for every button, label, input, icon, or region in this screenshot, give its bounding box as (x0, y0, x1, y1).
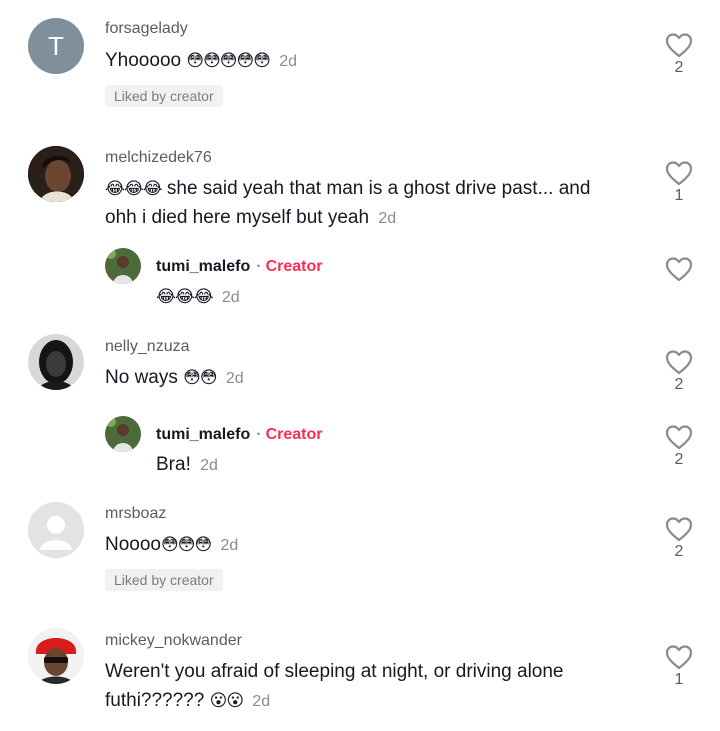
comment-body: No ways (105, 367, 178, 388)
comment-text: Yhooooo 😳😳😳😳😳 2d (105, 46, 625, 76)
heart-outline-icon (665, 257, 693, 282)
comment-text: 😂😂😂 she said yeah that man is a ghost dr… (105, 174, 625, 233)
comment-age: 2d (279, 53, 298, 70)
avatar-photo-icon (105, 416, 141, 452)
like-button[interactable]: 2 (662, 32, 696, 78)
reply-text: Bra! 2d (156, 450, 676, 480)
comment-age: 2d (221, 289, 240, 306)
avatar[interactable] (28, 146, 84, 202)
heart-outline-icon (665, 425, 693, 450)
comment-username[interactable]: melchizedek76 (105, 149, 212, 167)
reply-username[interactable]: tumi_malefo (156, 426, 250, 443)
heart-outline-icon (665, 645, 693, 670)
emoji-group: 😮😮 (209, 691, 244, 710)
avatar[interactable]: T (28, 18, 84, 74)
like-count: 1 (674, 187, 684, 204)
reply-username[interactable]: tumi_malefo (156, 258, 250, 275)
like-button[interactable]: 2 (662, 349, 696, 395)
like-button[interactable]: 1 (662, 644, 696, 690)
heart-outline-icon (665, 33, 693, 58)
avatar-photo-icon (28, 146, 84, 202)
comment-body: Weren't you afraid of sleeping at night,… (105, 661, 564, 711)
avatar[interactable] (28, 628, 84, 684)
liked-by-creator-badge: Liked by creator (105, 569, 223, 591)
comment-username[interactable]: mickey_nokwander (105, 632, 242, 650)
like-count: 1 (674, 671, 684, 688)
emoji-group: 😳😳😳 (161, 535, 212, 554)
avatar[interactable] (105, 248, 141, 284)
emoji-group: 😂😂😂 (156, 287, 214, 306)
avatar[interactable] (28, 502, 84, 558)
comment-text: Weren't you afraid of sleeping at night,… (105, 657, 625, 716)
avatar-photo-icon (105, 248, 141, 284)
heart-outline-icon (665, 517, 693, 542)
like-button[interactable] (662, 256, 696, 282)
emoji-group: 😳😳 (183, 368, 217, 387)
comment-age: 2d (378, 210, 397, 227)
comment-username[interactable]: forsagelady (105, 20, 188, 38)
like-button[interactable]: 2 (662, 516, 696, 562)
comment-username[interactable]: nelly_nzuza (105, 338, 190, 356)
comment-body: she said yeah that man is a ghost drive … (105, 178, 591, 228)
comment-body: Yhooooo (105, 50, 182, 71)
comment-age: 2d (252, 693, 271, 710)
emoji-group: 😂😂😂 (105, 179, 163, 198)
comment-age: 2d (200, 457, 218, 474)
comment-body: Bra! (156, 454, 191, 475)
avatar-photo-icon (28, 334, 84, 390)
comment-username[interactable]: mrsboaz (105, 505, 166, 523)
comment-age: 2d (220, 537, 239, 554)
creator-label: Creator (265, 426, 323, 443)
like-count: 2 (674, 376, 684, 393)
avatar[interactable] (28, 334, 84, 390)
comment-text: Noooo😳😳😳 2d (105, 530, 625, 560)
reply-username-row: tumi_malefo · Creator (156, 426, 322, 444)
heart-outline-icon (665, 350, 693, 375)
like-button[interactable]: 1 (662, 160, 696, 206)
avatar[interactable] (105, 416, 141, 452)
reply-text: 😂😂😂 2d (156, 282, 676, 312)
like-button[interactable]: 2 (662, 424, 696, 470)
avatar-letter-icon: T (48, 31, 64, 61)
like-count: 2 (674, 451, 684, 468)
comment-text: No ways 😳😳 2d (105, 363, 625, 393)
like-count: 2 (674, 59, 684, 76)
liked-by-creator-badge: Liked by creator (105, 85, 223, 107)
comment-age: 2d (225, 370, 244, 387)
avatar-photo-icon (28, 628, 84, 684)
comment-body: Noooo (105, 534, 161, 555)
creator-label: Creator (265, 258, 323, 275)
separator-dot: · (256, 258, 262, 275)
like-count: 2 (674, 543, 684, 560)
emoji-group: 😳😳😳😳😳 (186, 51, 271, 70)
separator-dot: · (256, 426, 262, 443)
reply-username-row: tumi_malefo · Creator (156, 258, 322, 276)
svg-text:T: T (48, 31, 64, 61)
default-avatar-icon (28, 502, 84, 558)
heart-outline-icon (665, 161, 693, 186)
